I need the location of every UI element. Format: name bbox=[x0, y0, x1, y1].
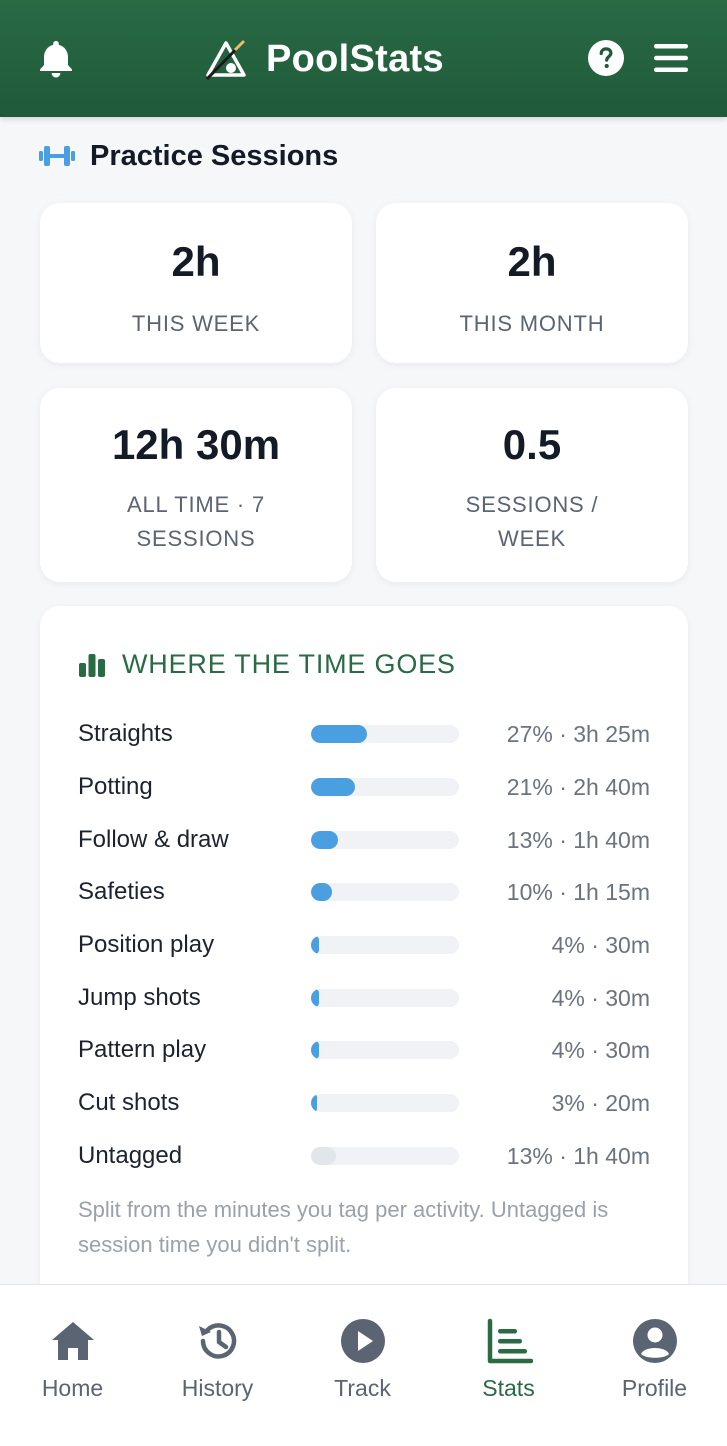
progress-fill bbox=[311, 725, 367, 743]
stat-card-this-week: 2h THIS WEEK bbox=[40, 203, 352, 363]
progress-track bbox=[311, 1094, 459, 1112]
activity-row: Cut shots 3% · 20m bbox=[78, 1083, 650, 1123]
help-circle-icon[interactable] bbox=[585, 37, 627, 79]
menu-icon[interactable] bbox=[650, 38, 692, 78]
profile-icon bbox=[632, 1319, 677, 1363]
app-title: PoolStats bbox=[266, 37, 444, 80]
activity-row: Jump shots 4% · 30m bbox=[78, 978, 650, 1018]
activity-value: 3% · 20m bbox=[551, 1090, 650, 1116]
progress-fill bbox=[311, 1147, 336, 1165]
activity-label: Pattern play bbox=[78, 1036, 207, 1063]
nav-label: Profile bbox=[621, 1375, 688, 1401]
activity-row-untagged: Untagged 13% · 1h 40m bbox=[78, 1136, 650, 1176]
nav-home[interactable]: Home bbox=[0, 1285, 145, 1446]
progress-fill bbox=[311, 778, 355, 796]
stat-value: 2h bbox=[171, 238, 221, 285]
activity-value: 4% · 30m bbox=[551, 1037, 650, 1063]
cue-ball-logo bbox=[205, 39, 246, 81]
footnote: Split from the minutes you tag per activ… bbox=[78, 1197, 609, 1257]
stat-card-sessions-per-week: 0.5 SESSIONS / WEEK bbox=[376, 388, 688, 582]
activity-row: Pattern play 4% · 30m bbox=[78, 1030, 650, 1070]
nav-label: Track bbox=[334, 1375, 391, 1401]
section-title: Practice Sessions bbox=[90, 139, 339, 172]
activity-value: 27% · 3h 25m bbox=[506, 721, 650, 747]
activity-value: 4% · 30m bbox=[551, 932, 650, 958]
progress-track bbox=[311, 883, 459, 901]
history-icon bbox=[198, 1323, 236, 1359]
time-breakdown-card: WHERE THE TIME GOES Straights 27% · 3h 2… bbox=[40, 606, 688, 1306]
stats-icon bbox=[487, 1318, 533, 1364]
stat-value: 2h bbox=[507, 238, 557, 285]
activity-label: Safeties bbox=[78, 878, 165, 905]
stat-label: THIS WEEK bbox=[131, 311, 261, 336]
practice-sessions-heading: Practice Sessions bbox=[38, 134, 338, 178]
nav-label: History bbox=[181, 1375, 254, 1401]
progress-track bbox=[311, 1147, 459, 1165]
nav-history[interactable]: History bbox=[145, 1285, 290, 1446]
progress-fill bbox=[311, 1041, 319, 1059]
activity-row: Potting 21% · 2h 40m bbox=[78, 767, 650, 807]
activity-label: Untagged bbox=[78, 1142, 183, 1169]
activity-value: 4% · 30m bbox=[551, 985, 650, 1011]
progress-track bbox=[311, 936, 459, 954]
stat-card-this-month: 2h THIS MONTH bbox=[376, 203, 688, 363]
activity-label: Straights bbox=[78, 720, 173, 747]
bottom-nav: Home History Track Stats Profile bbox=[0, 1284, 727, 1446]
activity-row: Position play 4% · 30m bbox=[78, 925, 650, 965]
bell-icon[interactable] bbox=[34, 36, 78, 80]
activity-row: Straights 27% · 3h 25m bbox=[78, 714, 650, 754]
progress-fill bbox=[311, 936, 319, 954]
stat-label: SESSIONS / WEEK bbox=[465, 492, 599, 551]
nav-label: Home bbox=[41, 1375, 104, 1401]
stat-card-all-time: 12h 30m ALL TIME · 7 SESSIONS bbox=[40, 388, 352, 582]
home-icon bbox=[51, 1322, 94, 1360]
dumbbell-icon bbox=[39, 146, 75, 166]
activity-label: Jump shots bbox=[78, 984, 201, 1011]
nav-stats[interactable]: Stats bbox=[436, 1285, 581, 1446]
nav-profile[interactable]: Profile bbox=[582, 1285, 727, 1446]
activity-row: Safeties 10% · 1h 15m bbox=[78, 872, 650, 912]
stat-value: 12h 30m bbox=[111, 421, 281, 468]
activity-label: Cut shots bbox=[78, 1089, 180, 1116]
stat-value: 0.5 bbox=[502, 421, 562, 468]
progress-fill bbox=[311, 883, 332, 901]
progress-track bbox=[311, 725, 459, 743]
progress-track bbox=[311, 989, 459, 1007]
play-circle-icon bbox=[340, 1319, 385, 1363]
activity-value: 13% · 1h 40m bbox=[506, 827, 650, 853]
activity-value: 10% · 1h 15m bbox=[506, 879, 650, 905]
stat-label: THIS MONTH bbox=[459, 311, 605, 336]
nav-label: Stats bbox=[482, 1375, 535, 1401]
nav-track[interactable]: Track bbox=[290, 1285, 435, 1446]
progress-fill bbox=[311, 989, 319, 1007]
bar-chart-icon bbox=[79, 654, 105, 677]
activity-label: Potting bbox=[78, 773, 153, 800]
activity-label: Position play bbox=[78, 931, 215, 958]
time-breakdown-title: WHERE THE TIME GOES bbox=[122, 648, 456, 679]
progress-fill bbox=[311, 1094, 317, 1112]
progress-track bbox=[311, 778, 459, 796]
progress-track bbox=[311, 831, 459, 849]
activity-value: 13% · 1h 40m bbox=[506, 1143, 650, 1169]
progress-track bbox=[311, 1041, 459, 1059]
time-breakdown-heading: WHERE THE TIME GOES bbox=[78, 646, 456, 682]
activity-label: Follow & draw bbox=[78, 826, 229, 853]
activity-row: Follow & draw 13% · 1h 40m bbox=[78, 820, 650, 860]
stat-label: ALL TIME · 7 SESSIONS bbox=[127, 492, 265, 551]
brand: PoolStats bbox=[204, 34, 444, 84]
activity-value: 21% · 2h 40m bbox=[506, 774, 650, 800]
progress-fill bbox=[311, 831, 338, 849]
app-header: PoolStats bbox=[0, 0, 727, 117]
